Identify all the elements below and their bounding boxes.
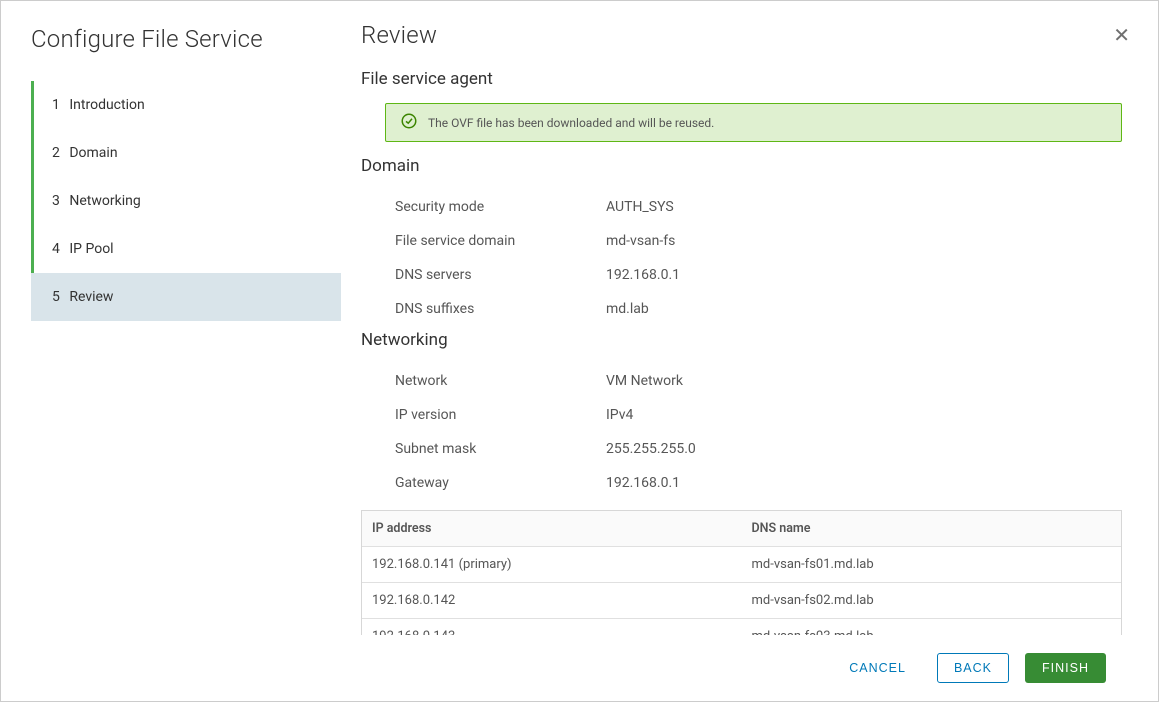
table-row: 192.168.0.141 (primary) md-vsan-fs01.md.… — [362, 546, 1121, 582]
step-num: 3 — [52, 193, 60, 209]
row-dns-suffixes: DNS suffixes md.lab — [361, 292, 1126, 326]
row-network: Network VM Network — [361, 364, 1126, 398]
content-header: Review ✕ — [361, 21, 1134, 65]
cell-ip: 192.168.0.141 (primary) — [362, 547, 742, 582]
row-security-mode: Security mode AUTH_SYS — [361, 190, 1126, 224]
cancel-button[interactable]: CANCEL — [834, 653, 921, 683]
label: File service domain — [361, 233, 606, 249]
row-dns-servers: DNS servers 192.168.0.1 — [361, 258, 1126, 292]
row-ip-version: IP version IPv4 — [361, 398, 1126, 432]
section-networking: Networking — [361, 330, 1126, 350]
cell-ip: 192.168.0.143 — [362, 619, 742, 635]
step-label: Review — [69, 289, 113, 305]
label: Gateway — [361, 475, 606, 491]
label: IP version — [361, 407, 606, 423]
configure-file-service-dialog: Configure File Service 1 Introduction 2 … — [1, 1, 1158, 701]
back-button[interactable]: BACK — [937, 653, 1009, 683]
value: AUTH_SYS — [606, 199, 674, 215]
col-dns-header: DNS name — [742, 511, 1122, 546]
cell-dns: md-vsan-fs02.md.lab — [742, 583, 1122, 618]
value: VM Network — [606, 373, 683, 389]
label: DNS servers — [361, 267, 606, 283]
col-ip-header: IP address — [362, 511, 742, 546]
cell-dns: md-vsan-fs03.md.lab — [742, 619, 1122, 635]
step-label: IP Pool — [69, 241, 113, 257]
main-area: Configure File Service 1 Introduction 2 … — [1, 1, 1158, 701]
step-num: 2 — [52, 145, 60, 161]
step-num: 5 — [52, 289, 60, 305]
content-wrapper: Review ✕ File service agent The OVF file… — [341, 1, 1158, 701]
section-file-service-agent: File service agent — [361, 69, 1126, 89]
value: IPv4 — [606, 407, 633, 423]
row-gateway: Gateway 192.168.0.1 — [361, 466, 1126, 500]
step-introduction[interactable]: 1 Introduction — [34, 81, 341, 129]
ip-pool-table: IP address DNS name 192.168.0.141 (prima… — [361, 510, 1122, 635]
label: DNS suffixes — [361, 301, 606, 317]
cell-ip: 192.168.0.142 — [362, 583, 742, 618]
step-label: Networking — [69, 193, 140, 209]
label: Security mode — [361, 199, 606, 215]
check-circle-icon — [400, 112, 418, 133]
ovf-message-text: The OVF file has been downloaded and wil… — [428, 116, 714, 130]
step-num: 1 — [52, 97, 60, 113]
value: 192.168.0.1 — [606, 267, 680, 283]
table-header: IP address DNS name — [362, 511, 1121, 546]
label: Network — [361, 373, 606, 389]
value: md.lab — [606, 301, 649, 317]
row-file-service-domain: File service domain md-vsan-fs — [361, 224, 1126, 258]
ovf-success-banner: The OVF file has been downloaded and wil… — [385, 103, 1122, 142]
value: 192.168.0.1 — [606, 475, 680, 491]
step-networking[interactable]: 3 Networking — [34, 177, 341, 225]
section-domain: Domain — [361, 156, 1126, 176]
step-ip-pool[interactable]: 4 IP Pool — [34, 225, 341, 273]
row-subnet-mask: Subnet mask 255.255.255.0 — [361, 432, 1126, 466]
wizard-sidebar: Configure File Service 1 Introduction 2 … — [1, 1, 341, 701]
wizard-steps: 1 Introduction 2 Domain 3 Networking 4 I… — [31, 81, 341, 321]
table-row: 192.168.0.142 md-vsan-fs02.md.lab — [362, 582, 1121, 618]
value: 255.255.255.0 — [606, 441, 696, 457]
dialog-footer: CANCEL BACK FINISH — [361, 635, 1134, 701]
table-row: 192.168.0.143 md-vsan-fs03.md.lab — [362, 618, 1121, 635]
review-scroll-area[interactable]: File service agent The OVF file has been… — [361, 65, 1134, 635]
page-title: Review — [361, 21, 437, 49]
step-label: Domain — [69, 145, 117, 161]
close-icon[interactable]: ✕ — [1109, 21, 1134, 49]
label: Subnet mask — [361, 441, 606, 457]
step-review[interactable]: 5 Review — [31, 273, 341, 321]
value: md-vsan-fs — [606, 233, 675, 249]
cell-dns: md-vsan-fs01.md.lab — [742, 547, 1122, 582]
sidebar-title: Configure File Service — [31, 25, 341, 53]
step-num: 4 — [52, 241, 60, 257]
finish-button[interactable]: FINISH — [1025, 653, 1106, 683]
step-domain[interactable]: 2 Domain — [34, 129, 341, 177]
step-label: Introduction — [69, 97, 144, 113]
